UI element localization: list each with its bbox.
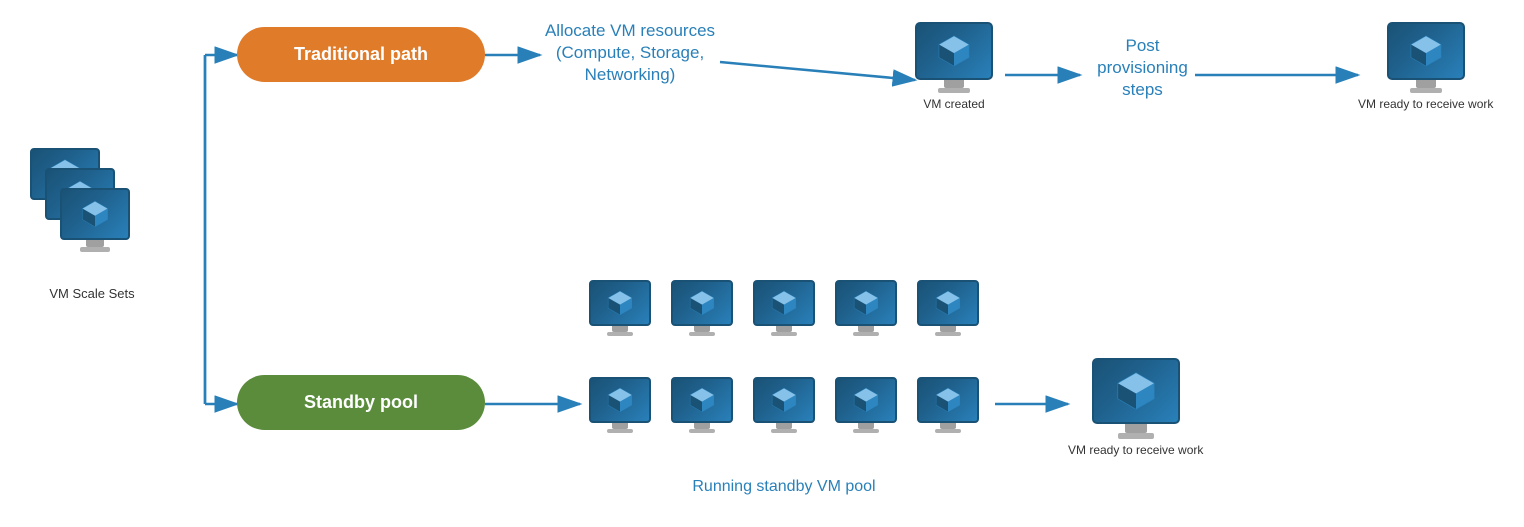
vm-created-group: VM created: [915, 22, 993, 111]
grid-vm-3: [744, 280, 824, 375]
grid-vm-4: [826, 280, 906, 375]
vm-created-label: VM created: [923, 97, 984, 111]
grid-vm-10: [908, 377, 988, 472]
grid-vm-6: [580, 377, 660, 472]
vm-grid: Running standby VM pool: [580, 280, 988, 496]
diagram-container: VM Scale Sets Traditional path Allocate …: [0, 0, 1524, 527]
traditional-path-pill: Traditional path: [237, 27, 485, 82]
grid-vm-7: [662, 377, 742, 472]
vm-ready-bottom-label: VM ready to receive work: [1068, 443, 1203, 457]
grid-vm-2: [662, 280, 742, 375]
running-standby-label: Running standby VM pool: [580, 478, 988, 496]
grid-vm-1: [580, 280, 660, 375]
allocate-vm-label: Allocate VM resources (Compute, Storage,…: [540, 20, 720, 86]
grid-vm-5: [908, 280, 988, 375]
grid-vm-8: [744, 377, 824, 472]
grid-vm-9: [826, 377, 906, 472]
vm-ready-bottom-group: VM ready to receive work: [1068, 358, 1203, 457]
standby-pool-pill: Standby pool: [237, 375, 485, 430]
vm-scale-sets-label: VM Scale Sets: [22, 286, 162, 301]
post-provisioning-label: Post provisioning steps: [1090, 35, 1195, 101]
vm-ready-top-label: VM ready to receive work: [1358, 97, 1493, 111]
vm-ready-top-group: VM ready to receive work: [1358, 22, 1493, 111]
